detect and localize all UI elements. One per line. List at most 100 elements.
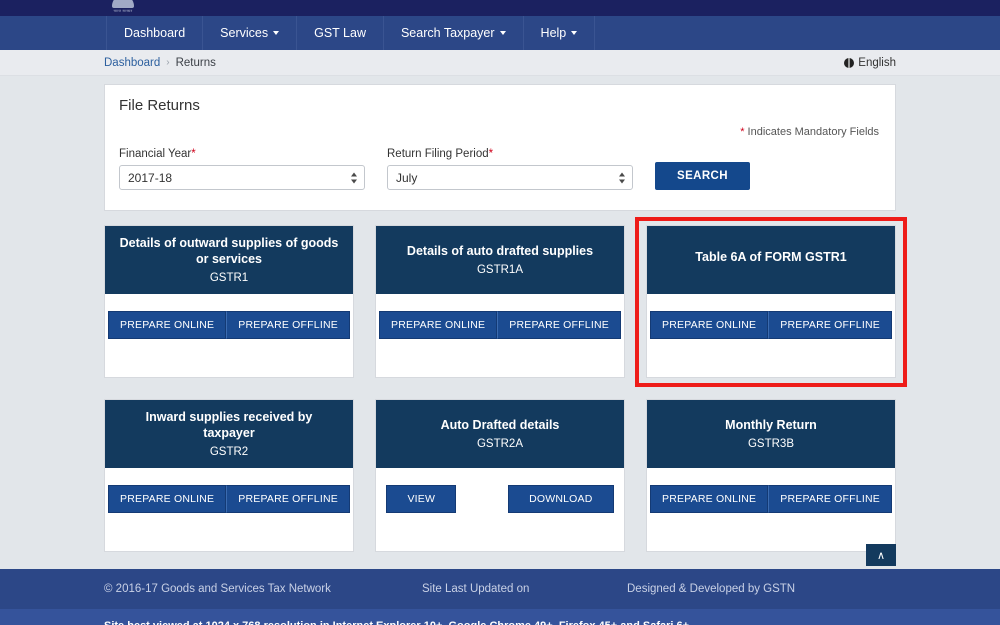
nav-item-dashboard[interactable]: Dashboard [106,16,203,50]
nav-item-gst-law[interactable]: GST Law [297,16,384,50]
card-body: PREPARE ONLINE PREPARE OFFLINE [105,468,353,551]
prepare-online-button-gstr1[interactable]: PREPARE ONLINE [108,311,226,339]
card-header: Auto Drafted details GSTR2A [376,400,624,468]
prepare-online-button-gstr1a[interactable]: PREPARE ONLINE [379,311,497,339]
card-header: Details of outward supplies of goods or … [105,226,353,294]
card-button-group: PREPARE ONLINE PREPARE OFFLINE [650,485,892,513]
prepare-offline-button-table6a[interactable]: PREPARE OFFLINE [768,311,892,339]
breadcrumb-link-dashboard[interactable]: Dashboard [104,57,160,69]
mandatory-fields-note: * Indicates Mandatory Fields [119,126,879,138]
browser-compatibility-note: Site best viewed at 1024 x 768 resolutio… [0,609,1000,625]
language-label: English [858,57,896,69]
footer-copyright: © 2016-17 Goods and Services Tax Network [104,583,422,595]
required-marker: * [191,148,195,160]
file-returns-panel: File Returns * Indicates Mandatory Field… [104,84,896,211]
return-filing-period-select[interactable]: July [387,165,633,190]
mandatory-note-text: Indicates Mandatory Fields [748,126,879,138]
card-header: Monthly Return GSTR3B [647,400,895,468]
prepare-online-button-gstr3b[interactable]: PREPARE ONLINE [650,485,768,513]
emblem-label: भारत सरकार [114,9,133,14]
card-title: Details of outward supplies of goods or … [119,236,339,267]
nav-item-services[interactable]: Services [203,16,297,50]
financial-year-select[interactable]: 2017-18 [119,165,365,190]
returns-card-grid: Details of outward supplies of goods or … [104,225,896,552]
nav-label: GST Law [314,26,366,40]
card-body: PREPARE ONLINE PREPARE OFFLINE [647,468,895,551]
nav-label: Help [541,26,567,40]
scroll-to-top-button[interactable]: ∧ [866,544,896,566]
card-subtitle: GSTR1A [477,264,523,276]
prepare-offline-button-gstr1[interactable]: PREPARE OFFLINE [226,311,350,339]
globe-icon [844,58,854,68]
required-marker: * [740,126,744,138]
return-period-value: July [396,171,417,185]
masthead-bar: भारत सरकार [0,0,1000,16]
return-card-gstr1: Details of outward supplies of goods or … [104,225,354,378]
nav-label: Services [220,26,268,40]
card-subtitle: GSTR3B [748,438,794,450]
card-button-group: PREPARE ONLINE PREPARE OFFLINE [108,485,350,513]
card-body: PREPARE ONLINE PREPARE OFFLINE [647,294,895,377]
nav-label: Search Taxpayer [401,26,495,40]
card-header: Details of auto drafted supplies GSTR1A [376,226,624,294]
card-title: Auto Drafted details [441,418,560,434]
nav-label: Dashboard [124,26,185,40]
nav-item-help[interactable]: Help [524,16,596,50]
prepare-online-button-gstr2[interactable]: PREPARE ONLINE [108,485,226,513]
footer-designed-by: Designed & Developed by GSTN [627,583,795,595]
site-footer: © 2016-17 Goods and Services Tax Network… [0,569,1000,609]
chevron-down-icon [500,31,506,35]
prepare-offline-button-gstr1a[interactable]: PREPARE OFFLINE [497,311,621,339]
card-button-group: PREPARE ONLINE PREPARE OFFLINE [379,311,621,339]
language-selector[interactable]: English [844,57,896,69]
page-title: File Returns [119,97,881,124]
card-title: Inward supplies received by taxpayer [119,410,339,441]
card-slot-gstr1: Details of outward supplies of goods or … [104,225,354,378]
return-period-label: Return Filing Period* [387,148,633,160]
card-header: Inward supplies received by taxpayer GST… [105,400,353,468]
card-header: Table 6A of FORM GSTR1 [647,226,895,294]
chevron-down-icon [273,31,279,35]
card-subtitle: GSTR2A [477,438,523,450]
financial-year-label-text: Financial Year [119,148,191,160]
emblem-icon [112,0,134,8]
card-slot-table6a: Table 6A of FORM GSTR1 PREPARE ONLINE PR… [646,225,896,378]
card-title: Details of auto drafted supplies [407,244,593,260]
prepare-offline-button-gstr3b[interactable]: PREPARE OFFLINE [768,485,892,513]
download-button-gstr2a[interactable]: DOWNLOAD [508,485,613,513]
government-emblem-logo: भारत सरकार [106,0,140,14]
return-filing-period-field: Return Filing Period* July [387,148,633,190]
return-card-gstr2a: Auto Drafted details GSTR2A VIEW DOWNLOA… [375,399,625,552]
nav-item-search-taxpayer[interactable]: Search Taxpayer [384,16,524,50]
main-navigation: Dashboard Services GST Law Search Taxpay… [0,16,1000,50]
card-body: VIEW DOWNLOAD [376,468,624,551]
view-button-gstr2a[interactable]: VIEW [386,485,456,513]
card-slot-gstr1a: Details of auto drafted supplies GSTR1A … [375,225,625,378]
card-button-group: PREPARE ONLINE PREPARE OFFLINE [650,311,892,339]
spinner-arrows-icon [351,172,357,183]
prepare-online-button-table6a[interactable]: PREPARE ONLINE [650,311,768,339]
card-body: PREPARE ONLINE PREPARE OFFLINE [376,294,624,377]
search-button[interactable]: SEARCH [655,162,750,190]
breadcrumb-current-returns: Returns [176,57,216,69]
card-body: PREPARE ONLINE PREPARE OFFLINE [105,294,353,377]
card-subtitle: GSTR2 [210,446,248,458]
chevron-down-icon [571,31,577,35]
returns-filter-form: Financial Year* 2017-18 Return Filing Pe… [119,148,881,190]
required-marker: * [489,148,493,160]
return-card-gstr1a: Details of auto drafted supplies GSTR1A … [375,225,625,378]
spinner-arrows-icon [619,172,625,183]
card-subtitle: GSTR1 [210,272,248,284]
prepare-offline-button-gstr2[interactable]: PREPARE OFFLINE [226,485,350,513]
footer-last-updated: Site Last Updated on [422,583,627,595]
return-card-gstr2: Inward supplies received by taxpayer GST… [104,399,354,552]
footer-spacer: ∧ [104,552,896,569]
financial-year-label: Financial Year* [119,148,365,160]
card-button-group: VIEW DOWNLOAD [386,485,613,513]
return-card-gstr3b: Monthly Return GSTR3B PREPARE ONLINE PRE… [646,399,896,552]
card-slot-gstr3b: Monthly Return GSTR3B PREPARE ONLINE PRE… [646,399,896,552]
card-title: Monthly Return [725,418,817,434]
card-title: Table 6A of FORM GSTR1 [695,250,846,266]
card-slot-gstr2: Inward supplies received by taxpayer GST… [104,399,354,552]
card-slot-gstr2a: Auto Drafted details GSTR2A VIEW DOWNLOA… [375,399,625,552]
